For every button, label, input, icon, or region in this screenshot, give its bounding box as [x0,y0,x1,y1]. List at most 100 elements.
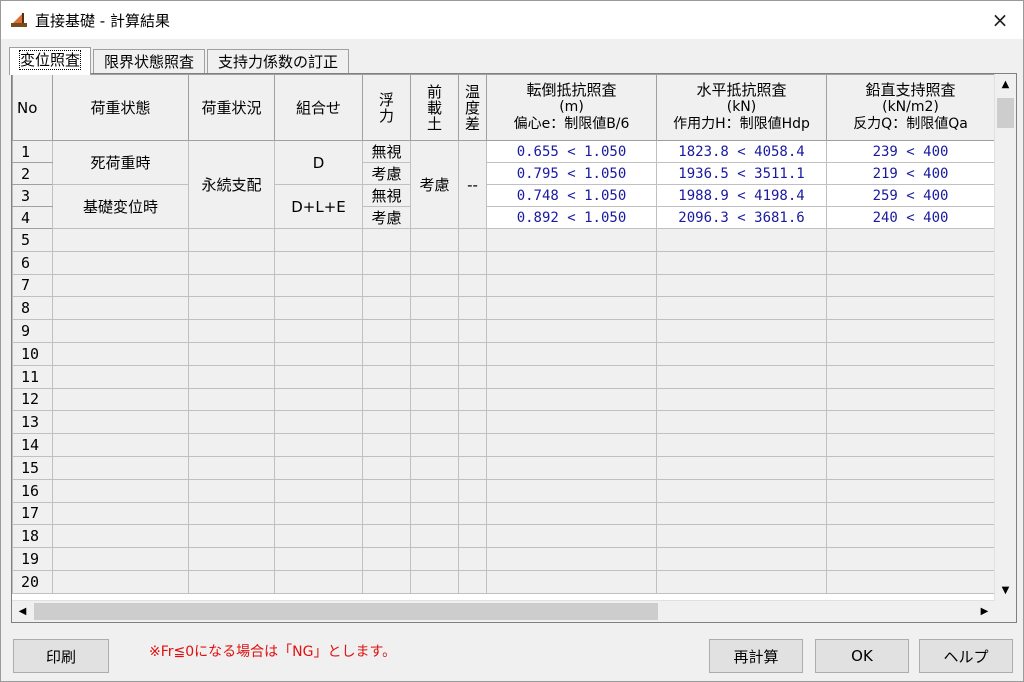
vertical-cell[interactable]: 219 < 400 [826,162,995,185]
table-row[interactable]: 7 [12,273,995,298]
empty-cell[interactable] [52,387,189,412]
empty-cell[interactable] [188,524,275,549]
horizontal-scrollbar[interactable]: ◀ ▶ [12,600,995,622]
table-row[interactable]: 16 [12,478,995,503]
empty-cell[interactable] [410,387,459,412]
horizontal-cell[interactable]: 2096.3 < 3681.6 [656,206,827,229]
empty-cell[interactable] [656,455,827,480]
empty-cell[interactable] [362,319,411,343]
overturning-cell[interactable]: 0.892 < 1.050 [486,206,657,229]
empty-cell[interactable] [656,478,827,503]
empty-cell[interactable] [362,433,411,457]
empty-cell[interactable] [458,524,487,549]
load-state-cell[interactable]: 死荷重時 [52,140,189,185]
empty-cell[interactable] [656,569,827,594]
empty-cell[interactable] [486,547,657,571]
empty-cell[interactable] [826,569,995,594]
empty-cell[interactable] [410,410,459,435]
buoyancy-cell[interactable]: 考慮 [362,162,411,185]
table-row[interactable]: 17 [12,501,995,526]
empty-cell[interactable] [362,228,411,252]
empty-cell[interactable] [458,501,487,526]
empty-cell[interactable] [486,524,657,549]
empty-cell[interactable] [52,501,189,526]
empty-cell[interactable] [410,501,459,526]
empty-cell[interactable] [656,433,827,457]
scroll-up-button[interactable]: ▲ [995,74,1016,95]
empty-cell[interactable] [458,387,487,412]
empty-cell[interactable] [410,296,459,321]
table-row[interactable]: 15 [12,455,995,480]
combination-cell[interactable]: D+L+E [274,184,363,229]
empty-cell[interactable] [362,524,411,549]
empty-cell[interactable] [486,455,657,480]
empty-cell[interactable] [52,478,189,503]
empty-cell[interactable] [52,228,189,252]
horizontal-cell[interactable]: 1988.9 < 4198.4 [656,184,827,207]
empty-cell[interactable] [362,569,411,594]
empty-cell[interactable] [362,455,411,480]
empty-cell[interactable] [826,455,995,480]
empty-cell[interactable] [274,319,363,343]
empty-cell[interactable] [826,319,995,343]
empty-cell[interactable] [656,547,827,571]
empty-cell[interactable] [362,364,411,389]
table-row[interactable]: 10 [12,341,995,366]
empty-cell[interactable] [52,410,189,435]
tab-displacement-check[interactable]: 変位照査 [9,47,92,75]
empty-cell[interactable] [362,501,411,526]
empty-cell[interactable] [188,501,275,526]
empty-cell[interactable] [656,296,827,321]
empty-cell[interactable] [486,569,657,594]
empty-cell[interactable] [274,410,363,435]
empty-cell[interactable] [188,455,275,480]
empty-cell[interactable] [486,319,657,343]
empty-cell[interactable] [410,433,459,457]
table-row[interactable]: 14 [12,433,995,457]
surcharge-cell[interactable]: 考慮 [410,140,459,229]
table-row[interactable]: 8 [12,296,995,321]
close-button[interactable]: × [977,1,1023,39]
empty-cell[interactable] [274,228,363,252]
empty-cell[interactable] [486,410,657,435]
scroll-down-button[interactable]: ▼ [995,580,1016,601]
empty-cell[interactable] [486,433,657,457]
empty-cell[interactable] [458,455,487,480]
temp-diff-cell[interactable]: -- [458,140,487,229]
empty-cell[interactable] [52,524,189,549]
table-row[interactable]: 3 基礎変位時 D+L+E 無視 0.748 < 1.050 1988.9 < … [12,184,995,229]
empty-cell[interactable] [274,250,363,275]
empty-cell[interactable] [826,250,995,275]
load-condition-cell[interactable]: 永続支配 [188,140,275,229]
empty-cell[interactable] [188,296,275,321]
empty-cell[interactable] [826,547,995,571]
empty-cell[interactable] [656,228,827,252]
empty-cell[interactable] [410,547,459,571]
empty-cell[interactable] [486,478,657,503]
table-row[interactable]: 12 [12,387,995,412]
empty-cell[interactable] [656,273,827,298]
table-row[interactable]: 9 [12,319,995,343]
empty-cell[interactable] [486,341,657,366]
empty-cell[interactable] [458,228,487,252]
empty-cell[interactable] [458,250,487,275]
vertical-cell[interactable]: 240 < 400 [826,206,995,229]
horizontal-cell[interactable]: 1823.8 < 4058.4 [656,140,827,163]
empty-cell[interactable] [52,433,189,457]
empty-cell[interactable] [52,455,189,480]
tab-limit-state-check[interactable]: 限界状態照査 [93,49,206,74]
scroll-left-button[interactable]: ◀ [12,601,33,622]
empty-cell[interactable] [188,273,275,298]
table-row[interactable]: 6 [12,250,995,275]
table-row[interactable]: 19 [12,547,995,571]
table-row[interactable]: 13 [12,410,995,435]
combination-cell[interactable]: D [274,140,363,185]
print-button[interactable]: 印刷 [13,639,109,673]
table-row[interactable]: 1 死荷重時 永続支配 D 無視 考慮 -- 0.655 < 1.050 182… [12,140,995,229]
empty-cell[interactable] [826,296,995,321]
empty-cell[interactable] [410,569,459,594]
empty-cell[interactable] [656,501,827,526]
empty-cell[interactable] [410,228,459,252]
empty-cell[interactable] [52,341,189,366]
overturning-cell[interactable]: 0.655 < 1.050 [486,140,657,163]
